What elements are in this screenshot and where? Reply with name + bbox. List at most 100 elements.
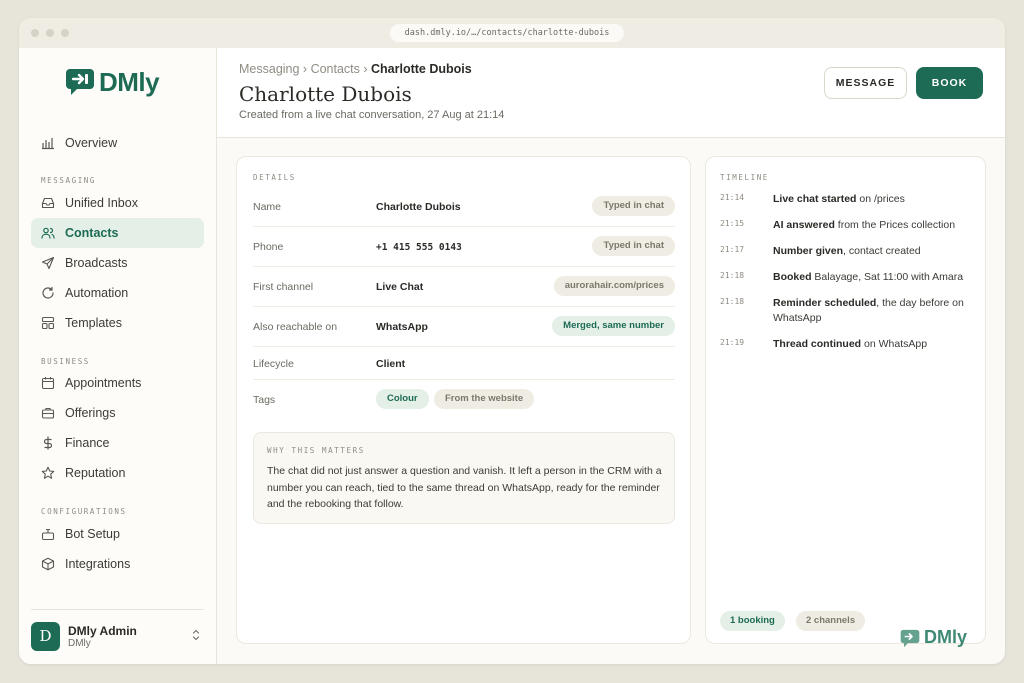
users-icon [41, 227, 55, 239]
detail-label: Also reachable on [253, 321, 338, 333]
timeline-time: 21:14 [720, 193, 745, 202]
message-button[interactable]: MESSAGE [824, 67, 907, 99]
sidebar-item-label: Broadcasts [65, 256, 128, 270]
window-dot-icon [61, 29, 69, 37]
merge-badge: Merged, same number [552, 316, 675, 336]
sidebar-divider [31, 609, 204, 610]
sidebar-item-automation[interactable]: Automation [31, 278, 204, 308]
section-label-configurations: CONFIGURATIONS [41, 507, 127, 516]
sidebar-item-label: Contacts [65, 226, 119, 240]
dollar-icon [43, 436, 53, 450]
detail-row-first-channel: First channel Live Chat aurorahair.com/p… [253, 267, 675, 307]
timeline-text: Booked Balayage, Sat 11:00 with Amara [773, 271, 964, 283]
sidebar-item-unified-inbox[interactable]: Unified Inbox [31, 188, 204, 218]
timeline-text: AI answered from the Prices collection [773, 219, 956, 231]
tag-chip[interactable]: Colour [376, 389, 429, 409]
breadcrumb-messaging[interactable]: Messaging [239, 62, 299, 76]
timeline-text: Number given, contact created [773, 245, 921, 257]
sidebar-item-overview[interactable]: Overview [31, 128, 204, 158]
sidebar-item-label: Finance [65, 436, 110, 450]
timeline-time: 21:17 [720, 245, 745, 254]
page-title: Charlotte Dubois [239, 82, 412, 106]
layout-icon [41, 316, 55, 330]
detail-value: Live Chat [376, 281, 424, 293]
sidebar-item-label: Integrations [65, 557, 131, 571]
detail-label: Tags [253, 394, 276, 406]
sidebar-item-bot-setup[interactable]: Bot Setup [31, 519, 204, 549]
calendar-icon [41, 377, 55, 390]
breadcrumb-contacts[interactable]: Contacts [311, 62, 360, 76]
sidebar-item-finance[interactable]: Finance [31, 428, 204, 458]
inbox-icon [41, 197, 55, 209]
breadcrumb-separator: › [299, 62, 311, 76]
timeline-time: 21:15 [720, 219, 745, 228]
timeline-card: TIMELINE 21:14 Live chat started on /pri… [705, 156, 986, 644]
note-text: The chat did not just answer a question … [267, 465, 662, 510]
sidebar-item-label: Appointments [65, 376, 142, 390]
address-bar[interactable]: dash.dmly.io/…/contacts/charlotte-dubois [390, 24, 624, 42]
sidebar-item-label: Overview [65, 136, 118, 150]
dmly-logo-icon [66, 69, 94, 95]
detail-label: Phone [253, 241, 284, 253]
sidebar-item-templates[interactable]: Templates [31, 308, 204, 338]
browser-titlebar: dash.dmly.io/…/contacts/charlotte-dubois [19, 18, 1005, 48]
timeline-text: Thread continued on WhatsApp [773, 338, 928, 350]
book-button[interactable]: BOOK [916, 67, 983, 99]
bar-chart-icon [42, 138, 54, 150]
tag-chip[interactable]: From the website [434, 389, 535, 409]
detail-label: First channel [253, 281, 314, 293]
detail-row-also-reachable: Also reachable on WhatsApp Merged, same … [253, 307, 675, 347]
timeline-item: 21:15 AI answered from the Prices collec… [720, 218, 975, 238]
user-org: DMly [68, 638, 91, 649]
breadcrumb: Messaging › Contacts › Charlotte Dubois [239, 62, 472, 76]
timeline-time: 21:19 [720, 338, 745, 347]
avatar[interactable]: D [31, 622, 60, 651]
chevron-up-down-icon[interactable] [191, 628, 201, 642]
sidebar-item-label: Templates [65, 316, 122, 330]
sidebar-item-reputation[interactable]: Reputation [31, 458, 204, 488]
sidebar-item-label: Offerings [65, 406, 116, 420]
section-label-business: BUSINESS [41, 357, 90, 366]
sidebar-item-appointments[interactable]: Appointments [31, 368, 204, 398]
sidebar: DMly Overview MESSAGING Unified Inbox Co… [19, 48, 217, 664]
detail-value: Client [376, 358, 406, 370]
cube-icon [41, 557, 55, 571]
sidebar-item-integrations[interactable]: Integrations [31, 549, 204, 579]
sidebar-item-label: Unified Inbox [65, 196, 138, 210]
sidebar-item-contacts[interactable]: Contacts [31, 218, 204, 248]
watermark-text: DMly [924, 627, 968, 647]
dmly-logo-icon [900, 629, 920, 648]
source-badge: Typed in chat [592, 196, 675, 216]
source-badge: Typed in chat [592, 236, 675, 256]
window-dot-icon [46, 29, 54, 37]
detail-value: WhatsApp [376, 321, 428, 333]
refresh-icon [42, 286, 54, 299]
send-icon [41, 256, 55, 270]
timeline-time: 21:18 [720, 297, 745, 306]
detail-label: Name [253, 201, 282, 213]
user-name: DMly Admin [68, 624, 137, 638]
page-header: Messaging › Contacts › Charlotte Dubois … [217, 48, 1005, 138]
details-card: DETAILS Name Charlotte Dubois Typed in c… [236, 156, 691, 644]
briefcase-icon [41, 407, 55, 419]
breadcrumb-current: Charlotte Dubois [371, 62, 472, 76]
timeline-item: 21:18 Reminder scheduled, the day before… [720, 296, 975, 330]
timeline-item: 21:17 Number given, contact created [720, 244, 975, 264]
sidebar-item-broadcasts[interactable]: Broadcasts [31, 248, 204, 278]
source-badge[interactable]: aurorahair.com/prices [553, 276, 675, 296]
sidebar-item-label: Bot Setup [65, 527, 120, 541]
window-dot-icon [31, 29, 39, 37]
bookings-count-badge: 1 booking [720, 611, 785, 631]
why-this-matters-note: WHY THIS MATTERS The chat did not just a… [253, 432, 675, 524]
detail-row-tags: Tags Colour From the website [253, 380, 675, 420]
app-window: dash.dmly.io/…/contacts/charlotte-dubois… [19, 18, 1005, 664]
bot-icon [41, 528, 55, 541]
detail-row-phone: Phone +1 415 555 0143 Typed in chat [253, 227, 675, 267]
brand-name: DMly [99, 67, 160, 97]
breadcrumb-separator: › [359, 62, 372, 76]
detail-value[interactable]: +1 415 555 0143 [376, 242, 462, 253]
detail-row-name: Name Charlotte Dubois Typed in chat [253, 187, 675, 227]
channels-count-badge: 2 channels [796, 611, 866, 631]
star-icon [41, 466, 55, 479]
sidebar-item-offerings[interactable]: Offerings [31, 398, 204, 428]
